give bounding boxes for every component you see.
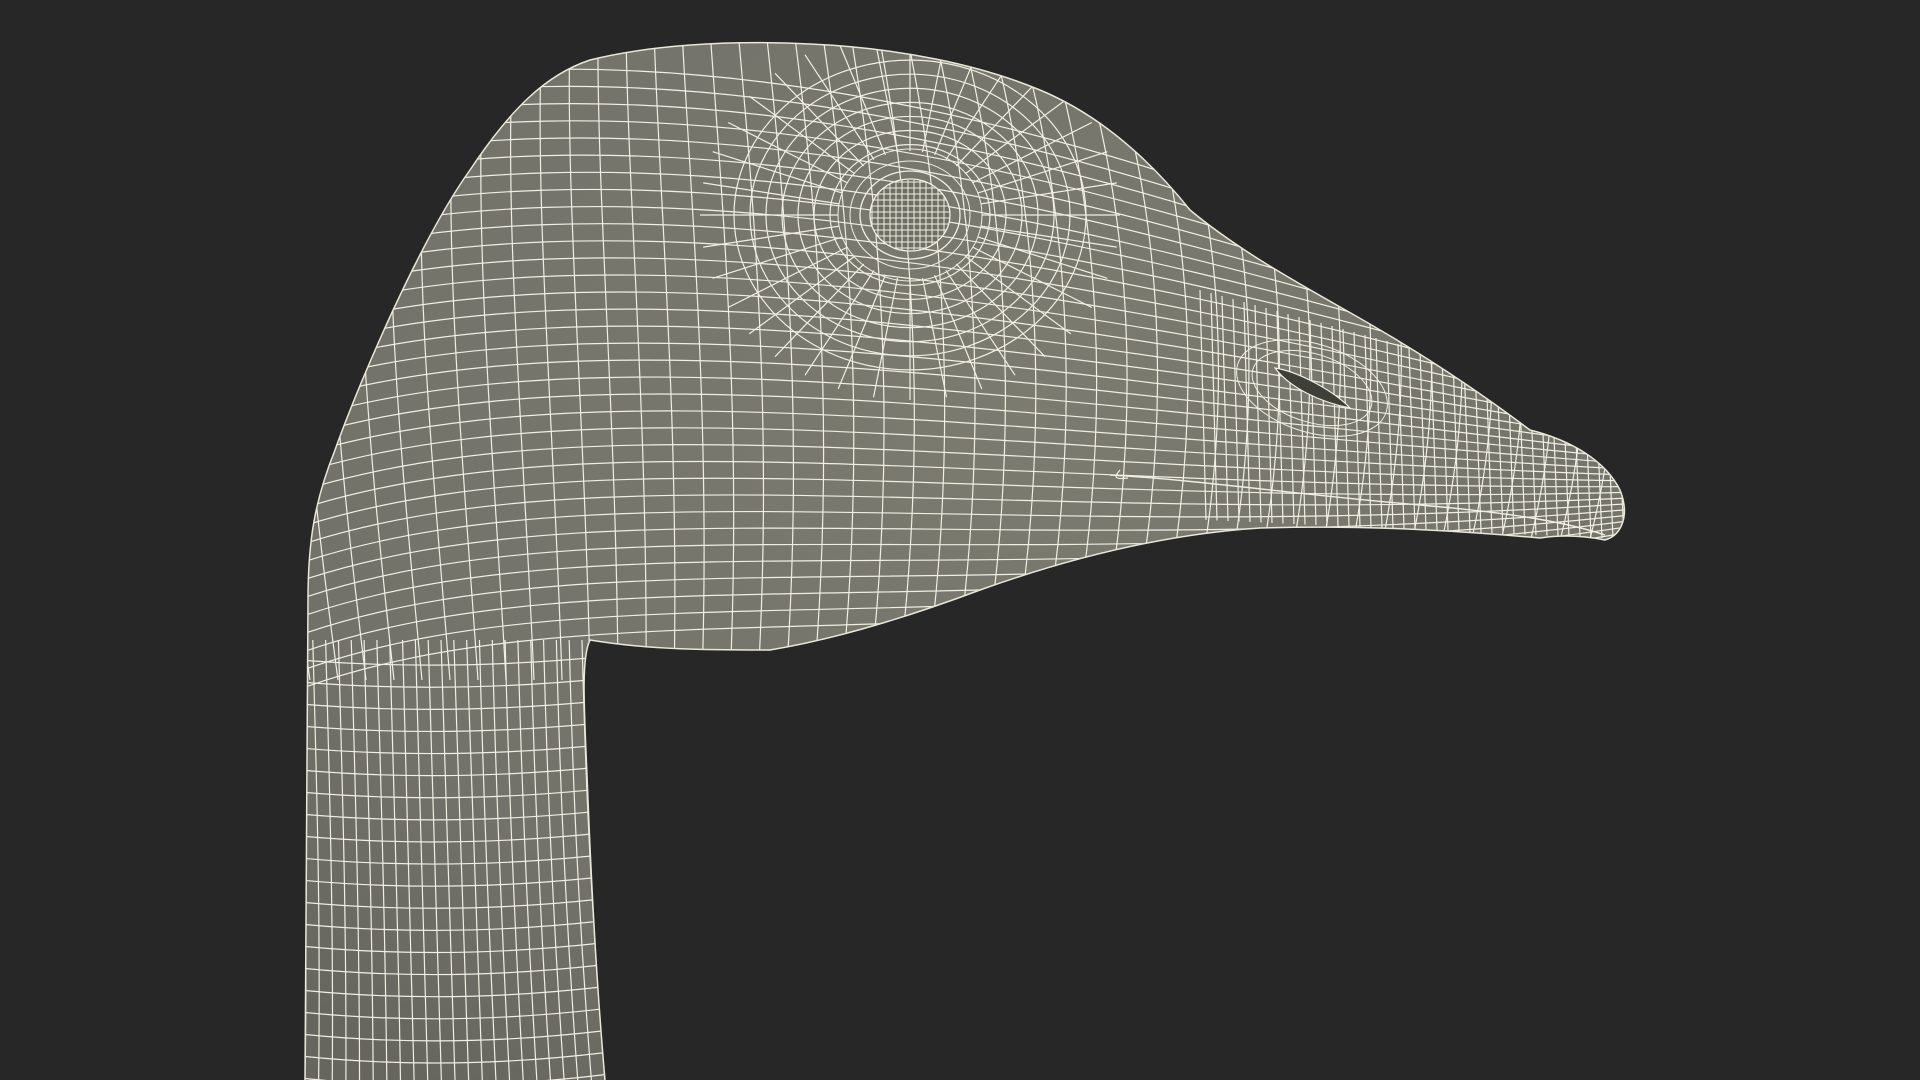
render-viewport	[0, 0, 1920, 1080]
goose-head-shape	[305, 42, 1625, 1080]
wireframe-render	[304, 41, 1626, 1080]
